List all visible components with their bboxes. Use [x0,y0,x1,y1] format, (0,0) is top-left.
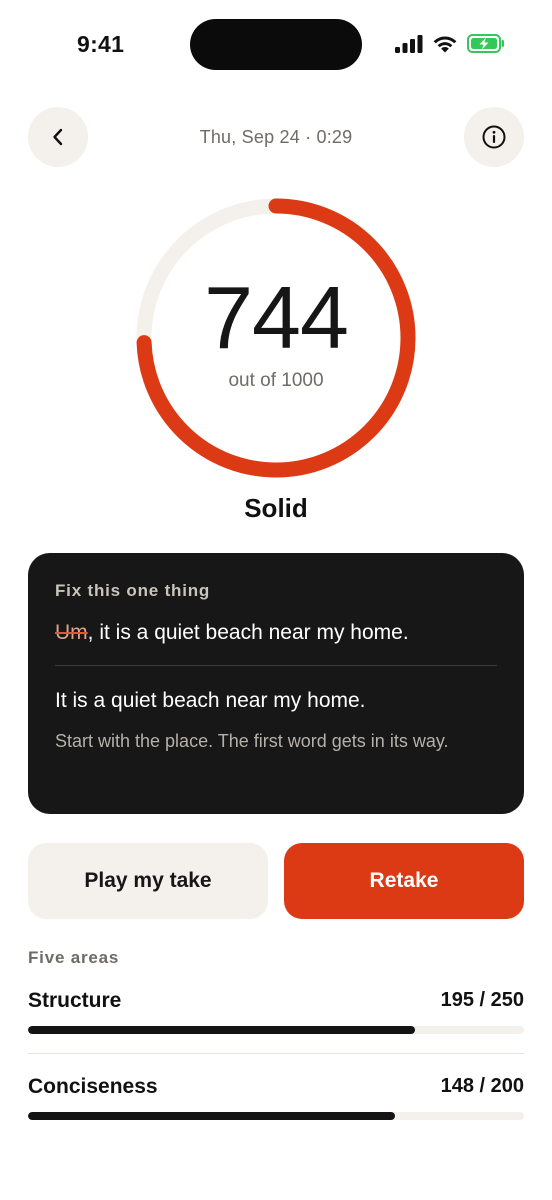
dynamic-island [190,19,362,70]
play-my-take-button[interactable]: Play my take [28,843,268,919]
area-progress-track [28,1026,524,1034]
status-icons [395,34,505,53]
area-divider [28,1053,524,1054]
score-ring: 744 out of 1000 [136,198,416,478]
tip-original-sentence: Um, it is a quiet beach near my home. [55,619,497,647]
status-time: 9:41 [77,31,125,57]
tip-divider [55,665,497,666]
area-row-conciseness: Conciseness 148 / 200 [28,1075,524,1123]
area-score: 195 / 250 [440,989,524,1011]
info-icon [482,125,506,149]
tip-hint: Start with the place. The first word get… [55,731,449,751]
score-rating: Solid [244,493,308,523]
area-progress-fill [28,1026,415,1034]
score-max-label: out of 1000 [228,370,324,391]
area-progress-track [28,1112,524,1120]
tip-filler-word: Um [55,621,88,644]
area-name: Conciseness [28,1075,158,1098]
score-value: 744 [204,268,349,367]
tip-original-rest: , it is a quiet beach near my home. [87,621,409,644]
retake-button[interactable]: Retake [284,843,524,919]
area-row-structure: Structure 195 / 250 [28,989,524,1037]
area-progress-fill [28,1112,396,1120]
status-bar: 9:41 [0,0,552,90]
areas-heading: Five areas [28,948,120,967]
battery-charging-icon [467,34,504,53]
signal-icon [395,34,423,53]
fix-tip-card: Fix this one thing Um, it is a quiet bea… [28,553,524,814]
wifi-icon [433,36,457,53]
info-button[interactable] [464,107,524,167]
area-name: Structure [28,989,122,1012]
tip-eyebrow: Fix this one thing [55,581,211,600]
tip-fixed-sentence: It is a quiet beach near my home. [55,689,366,712]
area-score: 148 / 200 [440,1075,524,1097]
